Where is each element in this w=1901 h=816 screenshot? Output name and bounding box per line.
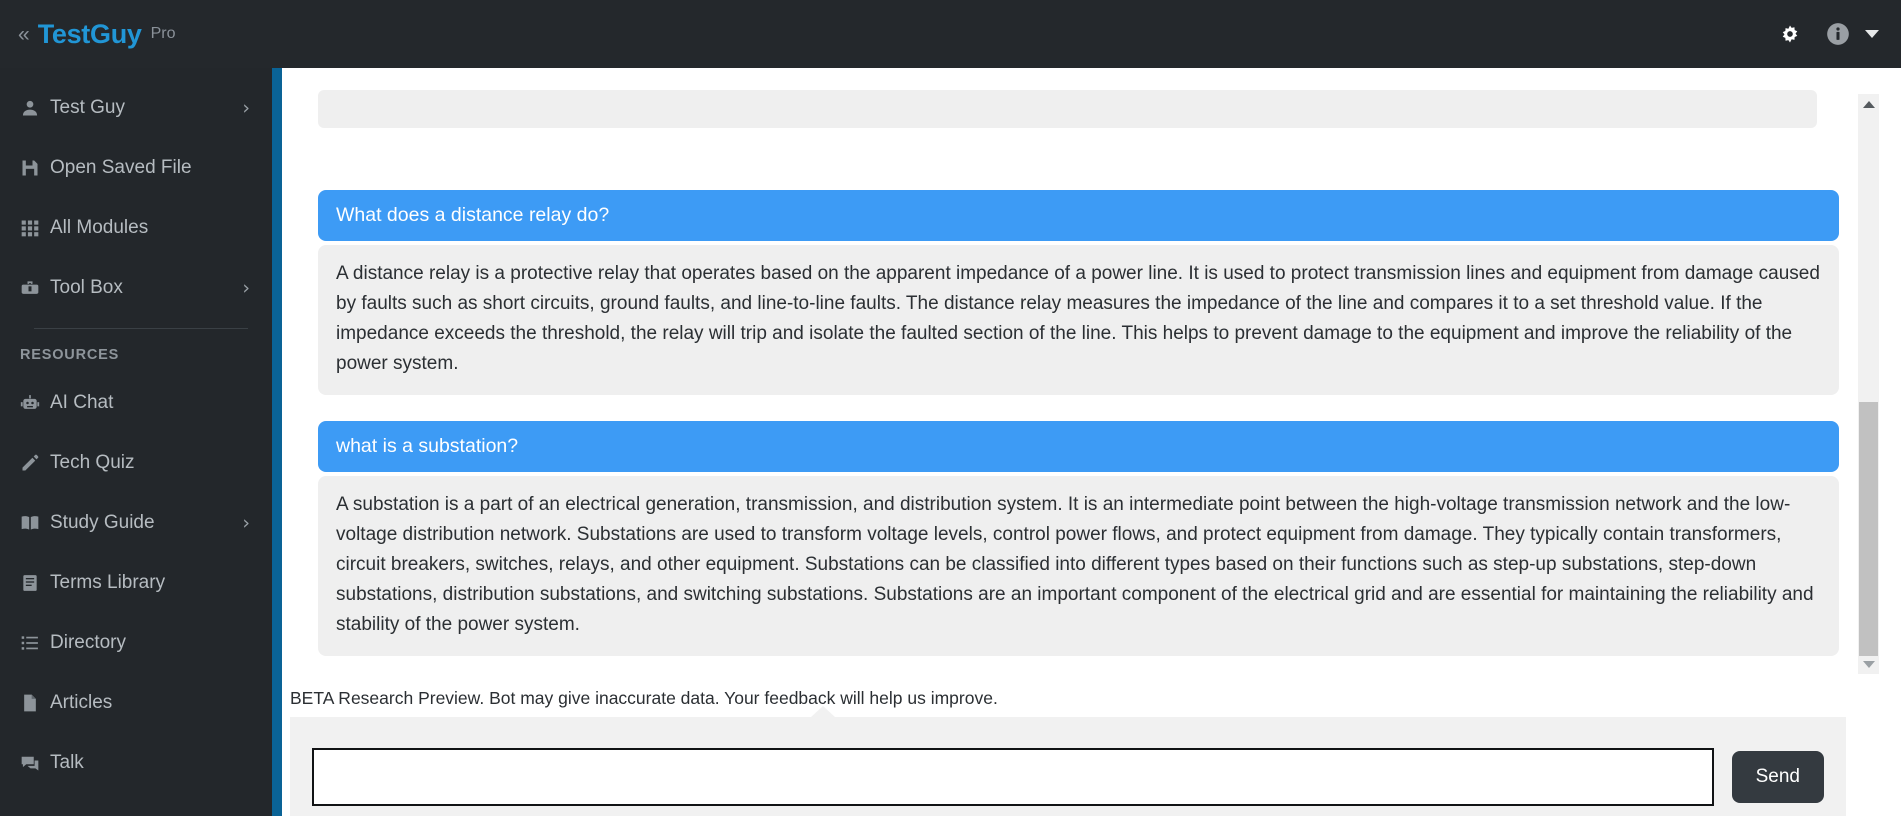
composer-caret-icon bbox=[810, 706, 836, 718]
scroll-up-arrow-icon[interactable] bbox=[1858, 94, 1879, 114]
robot-icon bbox=[20, 393, 50, 413]
brand-title: TestGuy bbox=[37, 18, 142, 49]
sidebar-item-tech-quiz[interactable]: Tech Quiz bbox=[0, 433, 272, 493]
sidebar-item-all-modules[interactable]: All Modules bbox=[0, 198, 272, 258]
sidebar-divider bbox=[34, 328, 248, 329]
user-icon bbox=[20, 98, 50, 118]
top-header-bar: « TestGuy Pro bbox=[0, 0, 1901, 68]
user-question-bubble: what is a substation? bbox=[318, 421, 1839, 472]
chat-placeholder-bar bbox=[318, 90, 1817, 128]
book-open-icon bbox=[20, 513, 50, 533]
composer-panel: Send bbox=[290, 706, 1846, 816]
toolbox-icon bbox=[20, 278, 50, 298]
beta-disclaimer-text: BETA Research Preview. Bot may give inac… bbox=[290, 688, 998, 708]
app-root: « TestGuy Pro Test Guy › Open Saved File… bbox=[0, 0, 1901, 816]
sidebar-item-label: AI Chat bbox=[50, 392, 114, 413]
sidebar-item-talk[interactable]: Talk bbox=[0, 733, 272, 793]
main-content: What does a distance relay do? A distanc… bbox=[282, 68, 1901, 816]
sidebar-collapse-icon[interactable]: « bbox=[18, 24, 30, 45]
comments-icon bbox=[20, 753, 50, 773]
sidebar-item-articles[interactable]: Articles bbox=[0, 673, 272, 733]
sidebar-item-label: Tech Quiz bbox=[50, 452, 135, 473]
scrollbar-thumb[interactable] bbox=[1859, 402, 1878, 656]
sidebar-item-label: Terms Library bbox=[50, 572, 166, 593]
file-icon bbox=[20, 693, 50, 713]
bot-answer-bubble: A substation is a part of an electrical … bbox=[318, 476, 1839, 656]
sidebar-item-open-saved-file[interactable]: Open Saved File bbox=[0, 138, 272, 198]
info-circle-icon[interactable] bbox=[1825, 21, 1851, 47]
sidebar-item-label: Articles bbox=[50, 692, 113, 713]
caret-down-icon[interactable] bbox=[1865, 30, 1879, 38]
brand-area[interactable]: « TestGuy Pro bbox=[0, 0, 272, 68]
sidebar-item-test-guy[interactable]: Test Guy › bbox=[0, 78, 272, 138]
bot-answer-bubble: A distance relay is a protective relay t… bbox=[318, 245, 1839, 395]
book-icon bbox=[20, 573, 50, 593]
chat-vertical-scrollbar[interactable] bbox=[1858, 94, 1879, 674]
brand-edition-label: Pro bbox=[150, 25, 176, 42]
sidebar-item-tool-box[interactable]: Tool Box › bbox=[0, 258, 272, 318]
chevron-right-icon: › bbox=[242, 96, 250, 119]
user-question-bubble: What does a distance relay do? bbox=[318, 190, 1839, 241]
message-input[interactable] bbox=[312, 748, 1714, 806]
scroll-down-arrow-icon[interactable] bbox=[1858, 654, 1879, 674]
sidebar-item-label: Directory bbox=[50, 632, 127, 653]
sidebar-item-terms-library[interactable]: Terms Library bbox=[0, 553, 272, 613]
chat-messages-list: What does a distance relay do? A distanc… bbox=[282, 68, 1901, 656]
sidebar-section-resources: RESOURCES bbox=[20, 347, 120, 363]
sidebar-item-directory[interactable]: Directory bbox=[0, 613, 272, 673]
grid-icon bbox=[20, 218, 50, 238]
sidebar-item-label: Tool Box bbox=[50, 277, 123, 298]
list-icon bbox=[20, 633, 50, 653]
sidebar-item-label: All Modules bbox=[50, 217, 149, 238]
save-disk-icon bbox=[20, 158, 50, 178]
pencil-icon bbox=[20, 453, 50, 473]
top-header-actions bbox=[1777, 21, 1901, 47]
chevron-right-icon: › bbox=[242, 276, 250, 299]
sidebar-item-study-guide[interactable]: Study Guide › bbox=[0, 493, 272, 553]
gear-icon[interactable] bbox=[1777, 21, 1803, 47]
sidebar: Test Guy › Open Saved File All Modules T… bbox=[0, 68, 272, 816]
sidebar-item-ai-chat[interactable]: AI Chat bbox=[0, 373, 272, 433]
chevron-right-icon: › bbox=[242, 511, 250, 534]
chat-exchange: What does a distance relay do? A distanc… bbox=[318, 190, 1839, 395]
sidebar-item-label: Study Guide bbox=[50, 512, 155, 533]
composer-area: BETA Research Preview. Bot may give inac… bbox=[282, 688, 1901, 816]
chat-scroll-area[interactable]: What does a distance relay do? A distanc… bbox=[282, 68, 1901, 688]
sidebar-item-label: Talk bbox=[50, 752, 84, 773]
sidebar-item-label: Open Saved File bbox=[50, 157, 192, 178]
send-button[interactable]: Send bbox=[1731, 751, 1824, 803]
content-accent-strip bbox=[272, 68, 282, 816]
sidebar-item-label: Test Guy bbox=[50, 97, 125, 118]
chat-exchange: what is a substation? A substation is a … bbox=[318, 421, 1839, 656]
